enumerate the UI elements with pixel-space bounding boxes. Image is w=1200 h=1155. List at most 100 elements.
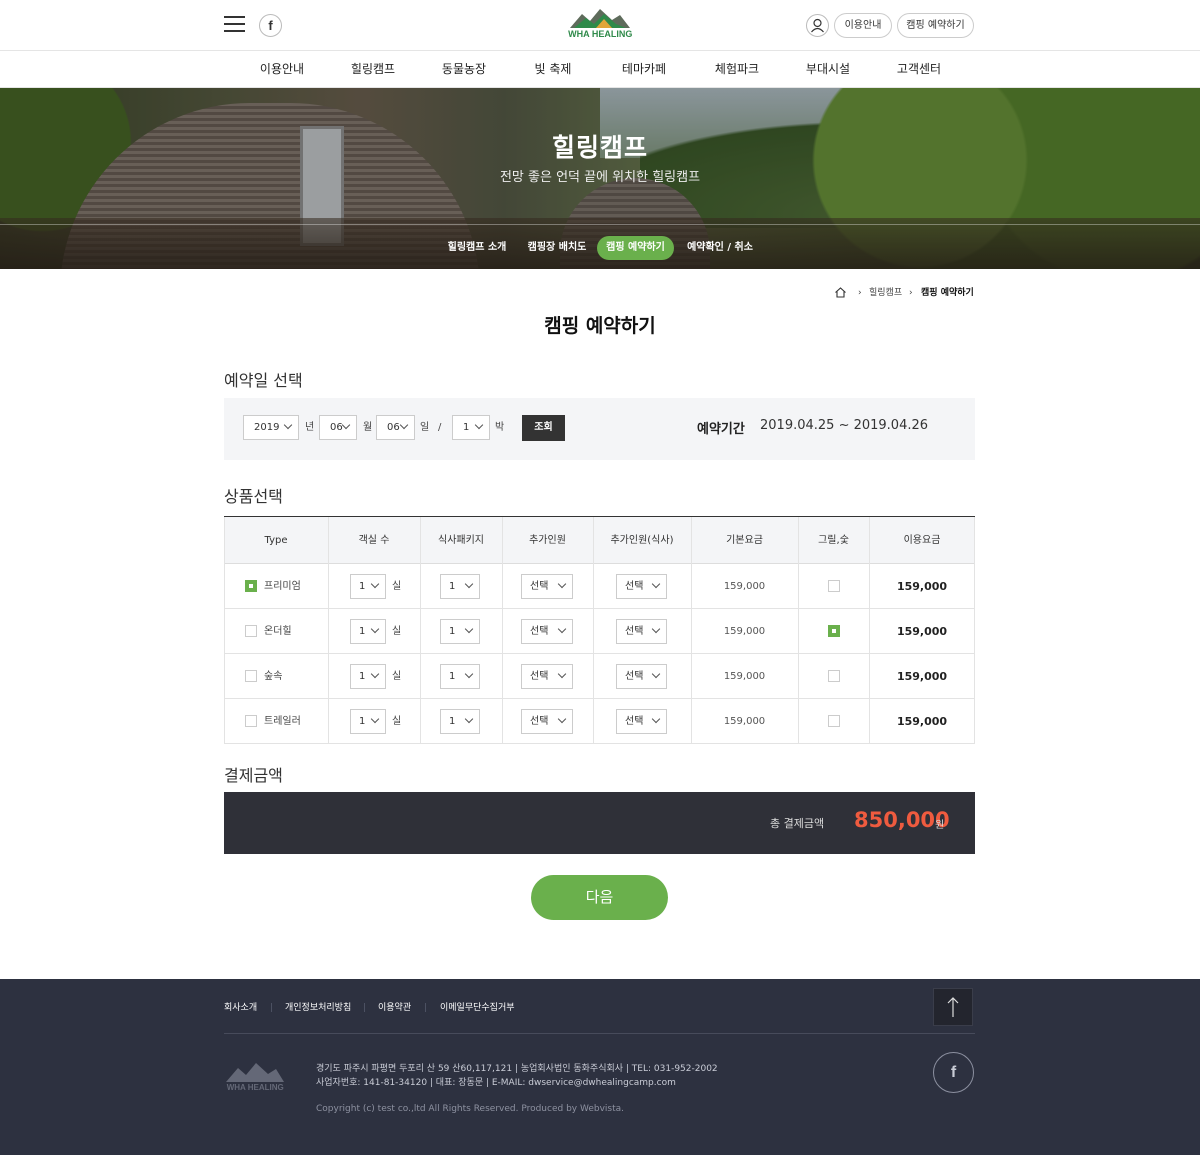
subnav-intro[interactable]: 힐링캠프 소개	[440, 236, 514, 260]
date-slash: /	[438, 422, 442, 433]
nav-item-animal-farm[interactable]: 동물농장	[419, 51, 509, 88]
breadcrumb-current: 캠핑 예약하기	[921, 288, 974, 298]
nav-item-healing-camp[interactable]: 힐링캠프	[328, 51, 418, 88]
rooms-select[interactable]: 1	[350, 619, 386, 644]
meal-select[interactable]: 1	[440, 709, 480, 734]
footer-address: 경기도 파주시 파평면 두포리 산 59 산60,117,121 | 농업회사법…	[316, 1064, 718, 1074]
table-row: 프리미엄 1 실 1 선택 선택 159,000 159,000	[224, 564, 975, 609]
main-nav: 이용안내 힐링캠프 동물농장 빛 축제 테마카페 체험파크 부대시설 고객센터	[0, 51, 1200, 88]
base-price: 159,000	[723, 671, 766, 682]
nights-select[interactable]: 1	[452, 415, 490, 440]
extra-select[interactable]: 선택	[521, 709, 573, 734]
nav-item-light-festival[interactable]: 빛 축제	[508, 51, 598, 88]
user-icon[interactable]	[806, 14, 829, 37]
month-unit: 월	[363, 422, 373, 433]
top-bar: f DONG WHA HEALING CAMP 이용안내 캠핑 예약하기	[0, 0, 1200, 51]
grill-checkbox[interactable]	[828, 625, 840, 637]
rooms-select[interactable]: 1	[350, 664, 386, 689]
type-checkbox[interactable]	[245, 580, 257, 592]
year-unit: 년	[305, 422, 315, 433]
footer-link-terms[interactable]: 이용약관	[378, 1002, 411, 1014]
total-payment-unit: 원	[935, 820, 945, 831]
extra-select[interactable]: 선택	[521, 619, 573, 644]
meal-select[interactable]: 1	[440, 574, 480, 599]
breadcrumb-sep-icon: ›	[858, 288, 862, 298]
room-unit: 실	[392, 671, 402, 682]
type-checkbox[interactable]	[245, 670, 257, 682]
site-logo[interactable]: DONG WHA HEALING CAMP	[566, 6, 634, 46]
chevron-down-icon	[557, 669, 567, 679]
footer-logo-wordmark: DONG WHA HEALING CAMP	[224, 1083, 286, 1092]
month-select[interactable]: 06	[319, 415, 357, 440]
subnav-confirm-cancel[interactable]: 예약확인 / 취소	[682, 236, 758, 260]
facebook-icon[interactable]: f	[259, 14, 282, 37]
base-price: 159,000	[723, 581, 766, 592]
chevron-down-icon	[464, 714, 474, 724]
type-checkbox[interactable]	[245, 625, 257, 637]
nav-item-guide[interactable]: 이용안내	[237, 51, 327, 88]
chevron-down-icon	[370, 624, 380, 634]
footer-copyright: Copyright (c) test co.,ltd All Rights Re…	[316, 1104, 625, 1114]
row-total: 159,000	[896, 625, 948, 638]
grill-checkbox[interactable]	[828, 715, 840, 727]
type-checkbox[interactable]	[245, 715, 257, 727]
query-button[interactable]: 조회	[522, 415, 565, 441]
extra-meal-select[interactable]: 선택	[616, 619, 667, 644]
chevron-down-icon	[370, 714, 380, 724]
home-icon[interactable]	[834, 286, 847, 299]
footer-logo: DONG WHA HEALING CAMP	[224, 1063, 286, 1092]
th-rooms: 객실 수	[358, 535, 390, 546]
chevron-down-icon	[651, 714, 661, 724]
day-select[interactable]: 06	[376, 415, 415, 440]
grill-checkbox[interactable]	[828, 670, 840, 682]
row-total: 159,000	[896, 580, 948, 593]
type-label: 트레일러	[264, 716, 301, 727]
chevron-down-icon	[557, 714, 567, 724]
guide-link[interactable]: 이용안내	[834, 13, 892, 38]
type-label: 프리미엄	[264, 581, 301, 592]
rooms-select[interactable]: 1	[350, 574, 386, 599]
meal-select[interactable]: 1	[440, 619, 480, 644]
breadcrumb-healing-camp[interactable]: 힐링캠프	[869, 286, 902, 300]
extra-select[interactable]: 선택	[521, 574, 573, 599]
subnav-layout[interactable]: 캠핑장 배치도	[522, 236, 592, 260]
reserve-link[interactable]: 캠핑 예약하기	[897, 13, 974, 38]
next-button[interactable]: 다음	[531, 875, 668, 920]
menu-icon[interactable]	[224, 16, 245, 33]
hero-title: 힐링캠프	[551, 133, 648, 162]
meal-select[interactable]: 1	[440, 664, 480, 689]
facebook-icon[interactable]: f	[933, 1052, 974, 1093]
chevron-down-icon	[399, 420, 409, 430]
extra-meal-select[interactable]: 선택	[616, 664, 667, 689]
extra-select[interactable]: 선택	[521, 664, 573, 689]
grill-checkbox[interactable]	[828, 580, 840, 592]
chevron-down-icon	[651, 579, 661, 589]
extra-meal-select[interactable]: 선택	[616, 709, 667, 734]
room-unit: 실	[392, 581, 402, 592]
chevron-down-icon	[341, 420, 351, 430]
nav-item-facilities[interactable]: 부대시설	[783, 51, 873, 88]
footer-link-email-policy[interactable]: 이메일무단수집거부	[440, 1002, 515, 1014]
extra-meal-select[interactable]: 선택	[616, 574, 667, 599]
subnav-reservation[interactable]: 캠핑 예약하기	[597, 236, 674, 260]
chevron-down-icon	[370, 669, 380, 679]
nav-item-customer-center[interactable]: 고객센터	[874, 51, 964, 88]
footer-link-privacy[interactable]: 개인정보처리방침	[285, 1002, 351, 1014]
payment-section-title: 결제금액	[224, 766, 283, 785]
year-select[interactable]: 2019	[243, 415, 299, 440]
nav-item-experience-park[interactable]: 체험파크	[692, 51, 782, 88]
base-price: 159,000	[723, 626, 766, 637]
th-meal: 식사패키지	[438, 535, 484, 546]
row-total: 159,000	[896, 715, 948, 728]
scroll-top-button[interactable]	[933, 988, 973, 1026]
date-section-title: 예약일 선택	[224, 371, 303, 390]
nav-item-theme-cafe[interactable]: 테마카페	[599, 51, 689, 88]
footer-link-company[interactable]: 회사소개	[224, 1002, 257, 1014]
th-type: Type	[264, 535, 288, 546]
product-table: Type 객실 수 식사패키지 추가인원 추가인원(식사) 기본요금 그릴,숯 …	[224, 516, 975, 744]
chevron-down-icon	[464, 624, 474, 634]
rooms-select[interactable]: 1	[350, 709, 386, 734]
period-label: 예약기간	[697, 422, 745, 437]
product-section-title: 상품선택	[224, 487, 283, 506]
chevron-down-icon	[464, 669, 474, 679]
